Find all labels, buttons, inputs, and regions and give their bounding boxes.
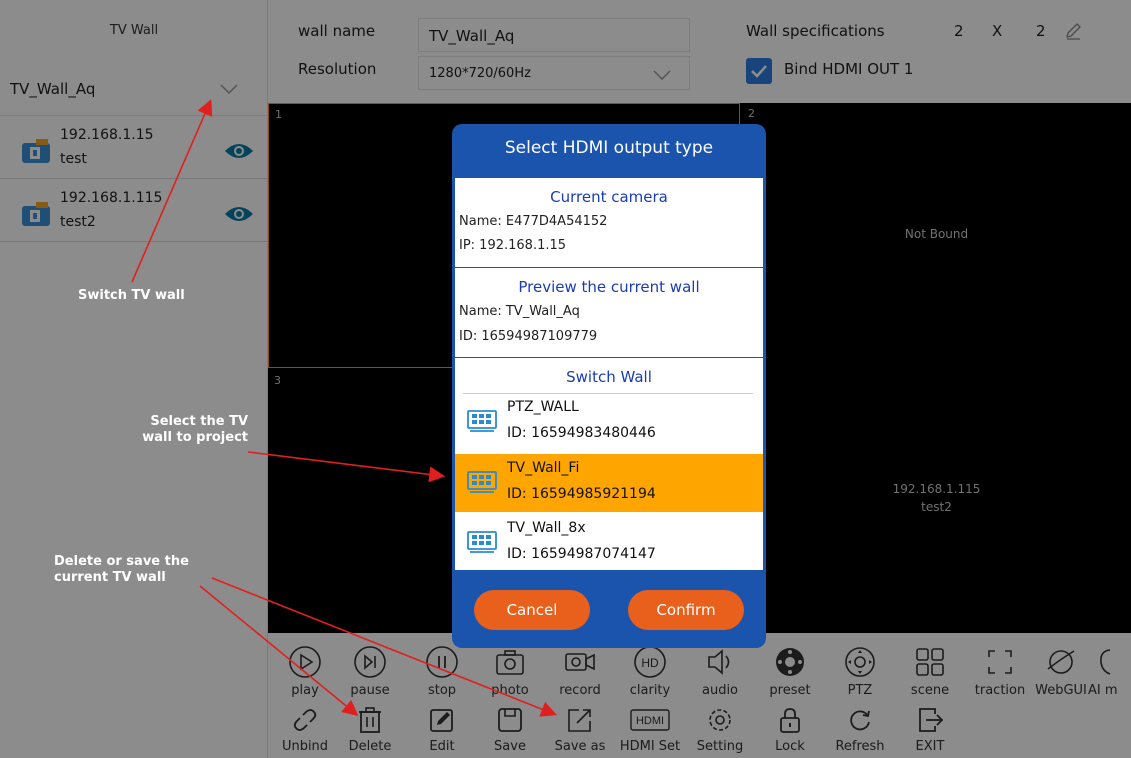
arrow-to-delete	[199, 585, 359, 717]
arrow-to-wall-select	[131, 99, 213, 283]
app-root: TV Wall TV_Wall_Aq 192.168.1.15 test 192…	[0, 0, 1131, 758]
annotation-arrows	[131, 99, 557, 717]
arrow-to-wall-list	[247, 451, 446, 483]
arrow-to-save-as	[211, 577, 557, 717]
